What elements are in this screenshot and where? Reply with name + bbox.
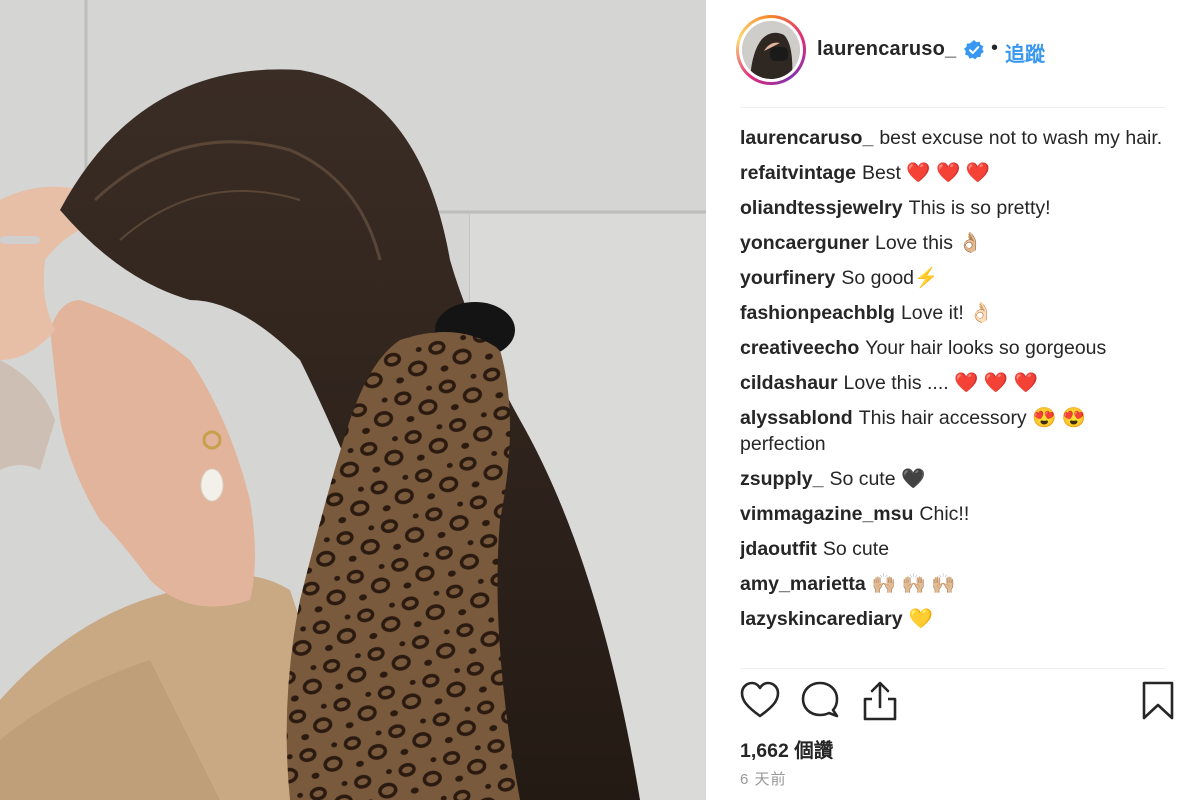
comment-username[interactable]: amy_marietta — [740, 573, 866, 595]
heart-icon[interactable] — [740, 680, 780, 724]
comment-item: yoncaerguner Love this 👌🏼 — [740, 230, 1170, 256]
post-timestamp[interactable]: 6 天前 — [740, 768, 787, 789]
comment-item: laurencaruso_ best excuse not to wash my … — [740, 125, 1170, 151]
comment-username[interactable]: refaitvintage — [740, 162, 856, 184]
separator-dot: • — [991, 37, 999, 59]
comment-username[interactable]: cildashaur — [740, 372, 838, 394]
divider — [740, 668, 1166, 669]
post-image — [0, 0, 706, 800]
comment-bubble-icon[interactable] — [800, 680, 840, 724]
comment-text: Your hair looks so gorgeous — [865, 337, 1107, 359]
comment-username[interactable]: lazyskincarediary — [740, 608, 903, 630]
post-photo — [0, 0, 706, 800]
comment-text: Love it! 👌🏻 — [900, 302, 994, 324]
comment-username[interactable]: alyssablond — [740, 407, 853, 429]
comment-username[interactable]: oliandtessjewelry — [740, 197, 903, 219]
action-bar — [740, 680, 1174, 726]
comment-item: amy_marietta 🙌🏼 🙌🏼 🙌🏼 — [740, 571, 1170, 597]
comment-username[interactable]: yourfinery — [740, 267, 835, 289]
comment-text: 💛 — [908, 608, 933, 630]
comment-item: vimmagazine_msu Chic!! — [740, 501, 1170, 527]
verified-badge-icon — [964, 40, 984, 60]
comment-item: lazyskincarediary 💛 — [740, 606, 1170, 632]
comment-text: Love this .... ❤️ ❤️ ❤️ — [843, 372, 1038, 394]
comment-item: alyssablond This hair accessory 😍 😍 perfe… — [740, 405, 1170, 457]
comments-list: laurencaruso_ best excuse not to wash my … — [740, 125, 1170, 665]
bookmark-icon[interactable] — [1138, 680, 1178, 724]
comment-item: cildashaur Love this .... ❤️ ❤️ ❤️ — [740, 370, 1170, 396]
comment-text: So good⚡ — [841, 267, 939, 289]
comment-text: Chic!! — [919, 503, 970, 525]
comment-text: So cute — [822, 538, 890, 560]
comment-text: This is so pretty! — [908, 197, 1051, 219]
comment-item: refaitvintage Best ❤️ ❤️ ❤️ — [740, 160, 1170, 186]
comment-item: creativeecho Your hair looks so gorgeous — [740, 335, 1170, 361]
comment-username[interactable]: vimmagazine_msu — [740, 503, 913, 525]
avatar[interactable] — [736, 15, 806, 85]
share-icon[interactable] — [860, 680, 900, 724]
comment-text: Best ❤️ ❤️ ❤️ — [861, 162, 991, 184]
comment-item: jdaoutfit So cute — [740, 536, 1170, 562]
post-header: laurencaruso_ • 追蹤 — [706, 0, 1200, 108]
comment-text: 🙌🏼 🙌🏼 🙌🏼 — [871, 573, 956, 595]
comment-item: zsupply_ So cute 🖤 — [740, 466, 1170, 492]
post-sidebar: laurencaruso_ • 追蹤 laurencaruso_best exc… — [706, 0, 1200, 800]
comment-username[interactable]: fashionpeachblg — [740, 302, 895, 324]
divider — [740, 107, 1166, 108]
comment-username[interactable]: zsupply_ — [740, 468, 823, 490]
comment-username[interactable]: jdaoutfit — [740, 538, 817, 560]
follow-button[interactable]: 追蹤 — [1005, 38, 1045, 67]
post-author-username[interactable]: laurencaruso_ — [817, 38, 956, 61]
comment-username[interactable]: yoncaerguner — [740, 232, 869, 254]
comment-text: Love this 👌🏼 — [874, 232, 983, 254]
comment-item: oliandtessjewelry This is so pretty! — [740, 195, 1170, 221]
comment-item: yourfinery So good⚡ — [740, 265, 1170, 291]
comment-text: best excuse not to wash my hair. — [879, 127, 1163, 149]
comment-text: So cute 🖤 — [829, 468, 926, 490]
likes-count[interactable]: 1,662 個讚 — [740, 734, 833, 763]
comment-item: fashionpeachblg Love it! 👌🏻 — [740, 300, 1170, 326]
comment-username[interactable]: laurencaruso_ — [740, 127, 873, 149]
comment-username[interactable]: creativeecho — [740, 337, 859, 359]
